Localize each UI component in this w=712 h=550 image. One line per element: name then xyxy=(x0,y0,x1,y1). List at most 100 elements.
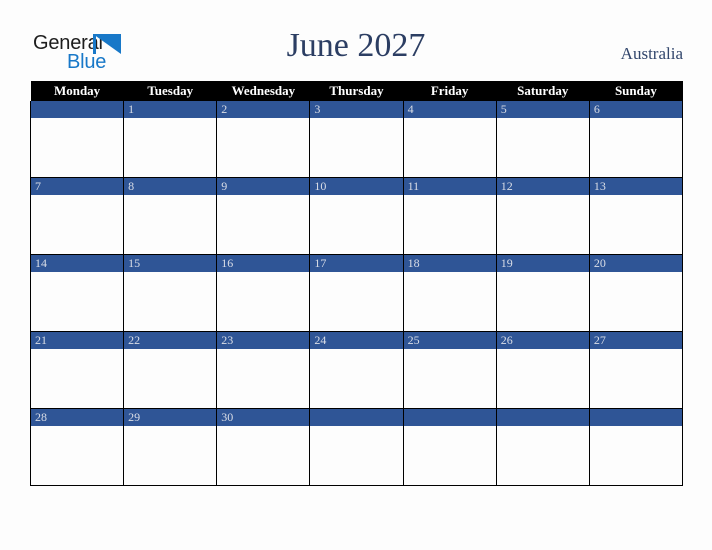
day-number: 13 xyxy=(589,178,682,195)
day-events-area[interactable] xyxy=(590,195,682,254)
calendar-day-cell[interactable]: 29 xyxy=(123,408,218,486)
calendar-week-row: 21 22 23 24 25 26 27 xyxy=(29,331,684,409)
calendar-day-cell[interactable]: 18 xyxy=(402,254,497,332)
day-events-area[interactable] xyxy=(497,118,589,177)
calendar-day-cell[interactable]: 1 xyxy=(123,101,218,178)
calendar-day-cell[interactable]: 30 xyxy=(216,408,311,486)
calendar-day-cell[interactable]: 7 xyxy=(29,177,125,255)
calendar-day-cell[interactable] xyxy=(402,408,497,486)
day-number: 15 xyxy=(124,255,217,272)
day-number xyxy=(31,101,124,118)
calendar-day-cell[interactable]: 26 xyxy=(495,331,590,409)
calendar-day-cell[interactable] xyxy=(588,408,684,486)
calendar-day-cell[interactable]: 12 xyxy=(495,177,590,255)
day-events-area[interactable] xyxy=(497,349,589,408)
calendar-day-cell[interactable]: 27 xyxy=(588,331,684,409)
day-number: 26 xyxy=(496,332,589,349)
calendar-day-cell[interactable]: 23 xyxy=(216,331,311,409)
calendar-day-cell[interactable]: 5 xyxy=(495,101,590,178)
day-events-area[interactable] xyxy=(590,426,682,485)
day-events-area[interactable] xyxy=(217,195,309,254)
page-title: June 2027 xyxy=(286,27,426,64)
day-events-area[interactable] xyxy=(404,272,496,331)
day-number: 29 xyxy=(124,409,217,426)
calendar-day-cell[interactable]: 15 xyxy=(123,254,218,332)
day-number: 24 xyxy=(310,332,403,349)
day-events-area[interactable] xyxy=(497,272,589,331)
day-events-area[interactable] xyxy=(124,426,216,485)
day-number xyxy=(403,409,496,426)
day-events-area[interactable] xyxy=(404,349,496,408)
calendar-week-row: 14 15 16 17 18 19 20 xyxy=(29,254,684,332)
calendar-day-cell[interactable]: 14 xyxy=(29,254,125,332)
day-number: 10 xyxy=(310,178,403,195)
calendar-day-cell[interactable]: 8 xyxy=(123,177,218,255)
calendar-day-cell[interactable]: 17 xyxy=(309,254,404,332)
day-number: 21 xyxy=(31,332,124,349)
day-events-area[interactable] xyxy=(497,426,589,485)
day-events-area[interactable] xyxy=(31,272,123,331)
day-events-area[interactable] xyxy=(310,118,402,177)
day-events-area[interactable] xyxy=(124,272,216,331)
calendar-page: General Blue June 2027 Australia Monday … xyxy=(0,0,712,550)
calendar-day-cell[interactable]: 9 xyxy=(216,177,311,255)
day-events-area[interactable] xyxy=(590,118,682,177)
day-events-area[interactable] xyxy=(217,426,309,485)
day-number xyxy=(310,409,403,426)
day-events-area[interactable] xyxy=(31,349,123,408)
calendar-day-cell[interactable]: 19 xyxy=(495,254,590,332)
weekday-header-row: Monday Tuesday Wednesday Thursday Friday… xyxy=(30,81,683,101)
calendar-day-cell[interactable]: 16 xyxy=(216,254,311,332)
day-number: 3 xyxy=(310,101,403,118)
calendar-day-cell[interactable]: 13 xyxy=(588,177,684,255)
day-number: 9 xyxy=(217,178,310,195)
day-events-area[interactable] xyxy=(310,349,402,408)
weekday-header-wednesday: Wednesday xyxy=(216,81,310,101)
day-events-area[interactable] xyxy=(497,195,589,254)
day-events-area[interactable] xyxy=(124,349,216,408)
day-events-area[interactable] xyxy=(31,195,123,254)
day-events-area[interactable] xyxy=(217,118,309,177)
day-events-area[interactable] xyxy=(217,349,309,408)
weekday-header-friday: Friday xyxy=(403,81,497,101)
day-number: 5 xyxy=(496,101,589,118)
day-events-area[interactable] xyxy=(404,118,496,177)
day-events-area[interactable] xyxy=(404,195,496,254)
day-number xyxy=(496,409,589,426)
day-events-area[interactable] xyxy=(310,272,402,331)
day-number: 22 xyxy=(124,332,217,349)
calendar-day-cell[interactable]: 21 xyxy=(29,331,125,409)
calendar-day-cell[interactable]: 2 xyxy=(216,101,311,178)
calendar-day-cell[interactable] xyxy=(495,408,590,486)
calendar-day-cell[interactable]: 24 xyxy=(309,331,404,409)
calendar-day-cell[interactable]: 11 xyxy=(402,177,497,255)
calendar-day-cell[interactable] xyxy=(29,101,125,178)
day-events-area[interactable] xyxy=(217,272,309,331)
day-events-area[interactable] xyxy=(124,118,216,177)
day-number: 7 xyxy=(31,178,124,195)
calendar-day-cell[interactable] xyxy=(309,408,404,486)
calendar-day-cell[interactable]: 6 xyxy=(588,101,684,178)
day-number: 28 xyxy=(31,409,124,426)
day-number: 2 xyxy=(217,101,310,118)
day-events-area[interactable] xyxy=(310,195,402,254)
calendar-day-cell[interactable]: 20 xyxy=(588,254,684,332)
day-events-area[interactable] xyxy=(31,426,123,485)
day-events-area[interactable] xyxy=(590,349,682,408)
calendar-day-cell[interactable]: 10 xyxy=(309,177,404,255)
weekday-header-saturday: Saturday xyxy=(496,81,590,101)
day-number: 27 xyxy=(589,332,682,349)
day-events-area[interactable] xyxy=(590,272,682,331)
calendar-day-cell[interactable]: 3 xyxy=(309,101,404,178)
day-events-area[interactable] xyxy=(124,195,216,254)
calendar-week-row: 1 2 3 4 5 6 xyxy=(29,101,684,178)
day-events-area[interactable] xyxy=(310,426,402,485)
day-number: 25 xyxy=(403,332,496,349)
calendar-day-cell[interactable]: 22 xyxy=(123,331,218,409)
calendar-body: 1 2 3 4 5 6 7 8 9 10 11 12 13 14 15 16 1… xyxy=(29,101,684,486)
day-events-area[interactable] xyxy=(31,118,123,177)
calendar-day-cell[interactable]: 4 xyxy=(402,101,497,178)
calendar-day-cell[interactable]: 28 xyxy=(29,408,125,486)
calendar-day-cell[interactable]: 25 xyxy=(402,331,497,409)
day-events-area[interactable] xyxy=(404,426,496,485)
